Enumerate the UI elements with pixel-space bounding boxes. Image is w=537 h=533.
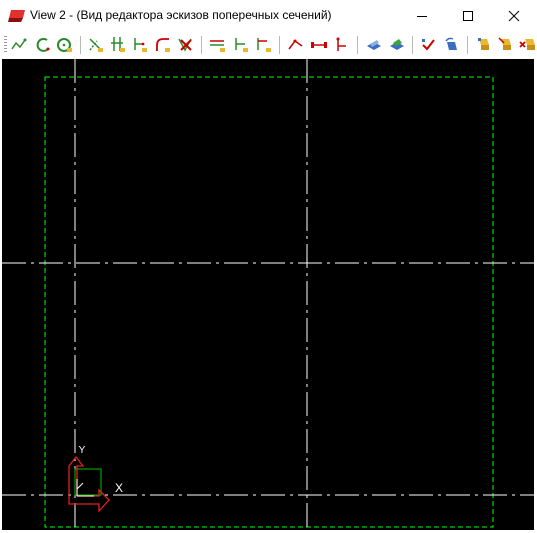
angle-constraint-icon[interactable] bbox=[255, 36, 273, 54]
sketch-canvas[interactable]: Y X bbox=[2, 59, 534, 530]
check-sketch-icon[interactable] bbox=[420, 36, 438, 54]
sketch-toolbar bbox=[0, 32, 537, 58]
toolbar-separator bbox=[201, 36, 202, 54]
shape-edit-icon[interactable] bbox=[497, 36, 515, 54]
profile-fill-icon[interactable] bbox=[388, 36, 406, 54]
maximize-icon bbox=[463, 11, 473, 21]
profile-icon[interactable] bbox=[365, 36, 383, 54]
vertical-dimension-icon[interactable] bbox=[333, 36, 351, 54]
polyline-sketch-icon[interactable] bbox=[11, 36, 29, 54]
minimize-icon bbox=[417, 16, 427, 17]
minimize-button[interactable] bbox=[399, 0, 445, 32]
close-button[interactable] bbox=[491, 0, 537, 32]
ucs-y-label: Y bbox=[79, 445, 86, 456]
parallel-constraint-icon[interactable] bbox=[209, 36, 227, 54]
maximize-button[interactable] bbox=[445, 0, 491, 32]
toolbar-grip[interactable] bbox=[4, 36, 7, 54]
update-icon[interactable] bbox=[443, 36, 461, 54]
title-bar[interactable]: View 2 - (Вид редактора эскизов поперечн… bbox=[0, 0, 537, 32]
shape-delete-icon[interactable] bbox=[519, 36, 537, 54]
ucs-icon: Y X bbox=[68, 445, 123, 513]
close-icon bbox=[508, 10, 520, 22]
trim-icon[interactable] bbox=[87, 36, 105, 54]
sketch-drawing: Y X bbox=[2, 59, 534, 530]
extend-icon[interactable] bbox=[109, 36, 127, 54]
circle-sketch-icon[interactable] bbox=[56, 36, 74, 54]
delete-segment-icon[interactable] bbox=[177, 36, 195, 54]
toolbar-separator bbox=[279, 36, 280, 54]
window-title: View 2 - (Вид редактора эскизов поперечн… bbox=[30, 8, 332, 22]
arc-sketch-icon[interactable] bbox=[34, 36, 52, 54]
perpendicular-constraint-icon[interactable] bbox=[232, 36, 250, 54]
shape-tool-icon[interactable] bbox=[475, 36, 493, 54]
toolbar-separator bbox=[467, 36, 468, 54]
toolbar-separator bbox=[80, 36, 81, 54]
section-boundary bbox=[44, 76, 494, 528]
horizontal-dimension-icon[interactable] bbox=[310, 36, 328, 54]
toolbar-separator bbox=[412, 36, 413, 54]
sketch-editor-window: View 2 - (Вид редактора эскизов поперечн… bbox=[0, 0, 537, 533]
dimension-icon[interactable] bbox=[287, 36, 305, 54]
ucs-x-label: X bbox=[115, 481, 123, 495]
app-icon bbox=[8, 10, 25, 22]
offset-icon[interactable] bbox=[131, 36, 149, 54]
fillet-icon[interactable] bbox=[154, 36, 172, 54]
toolbar-separator bbox=[357, 36, 358, 54]
